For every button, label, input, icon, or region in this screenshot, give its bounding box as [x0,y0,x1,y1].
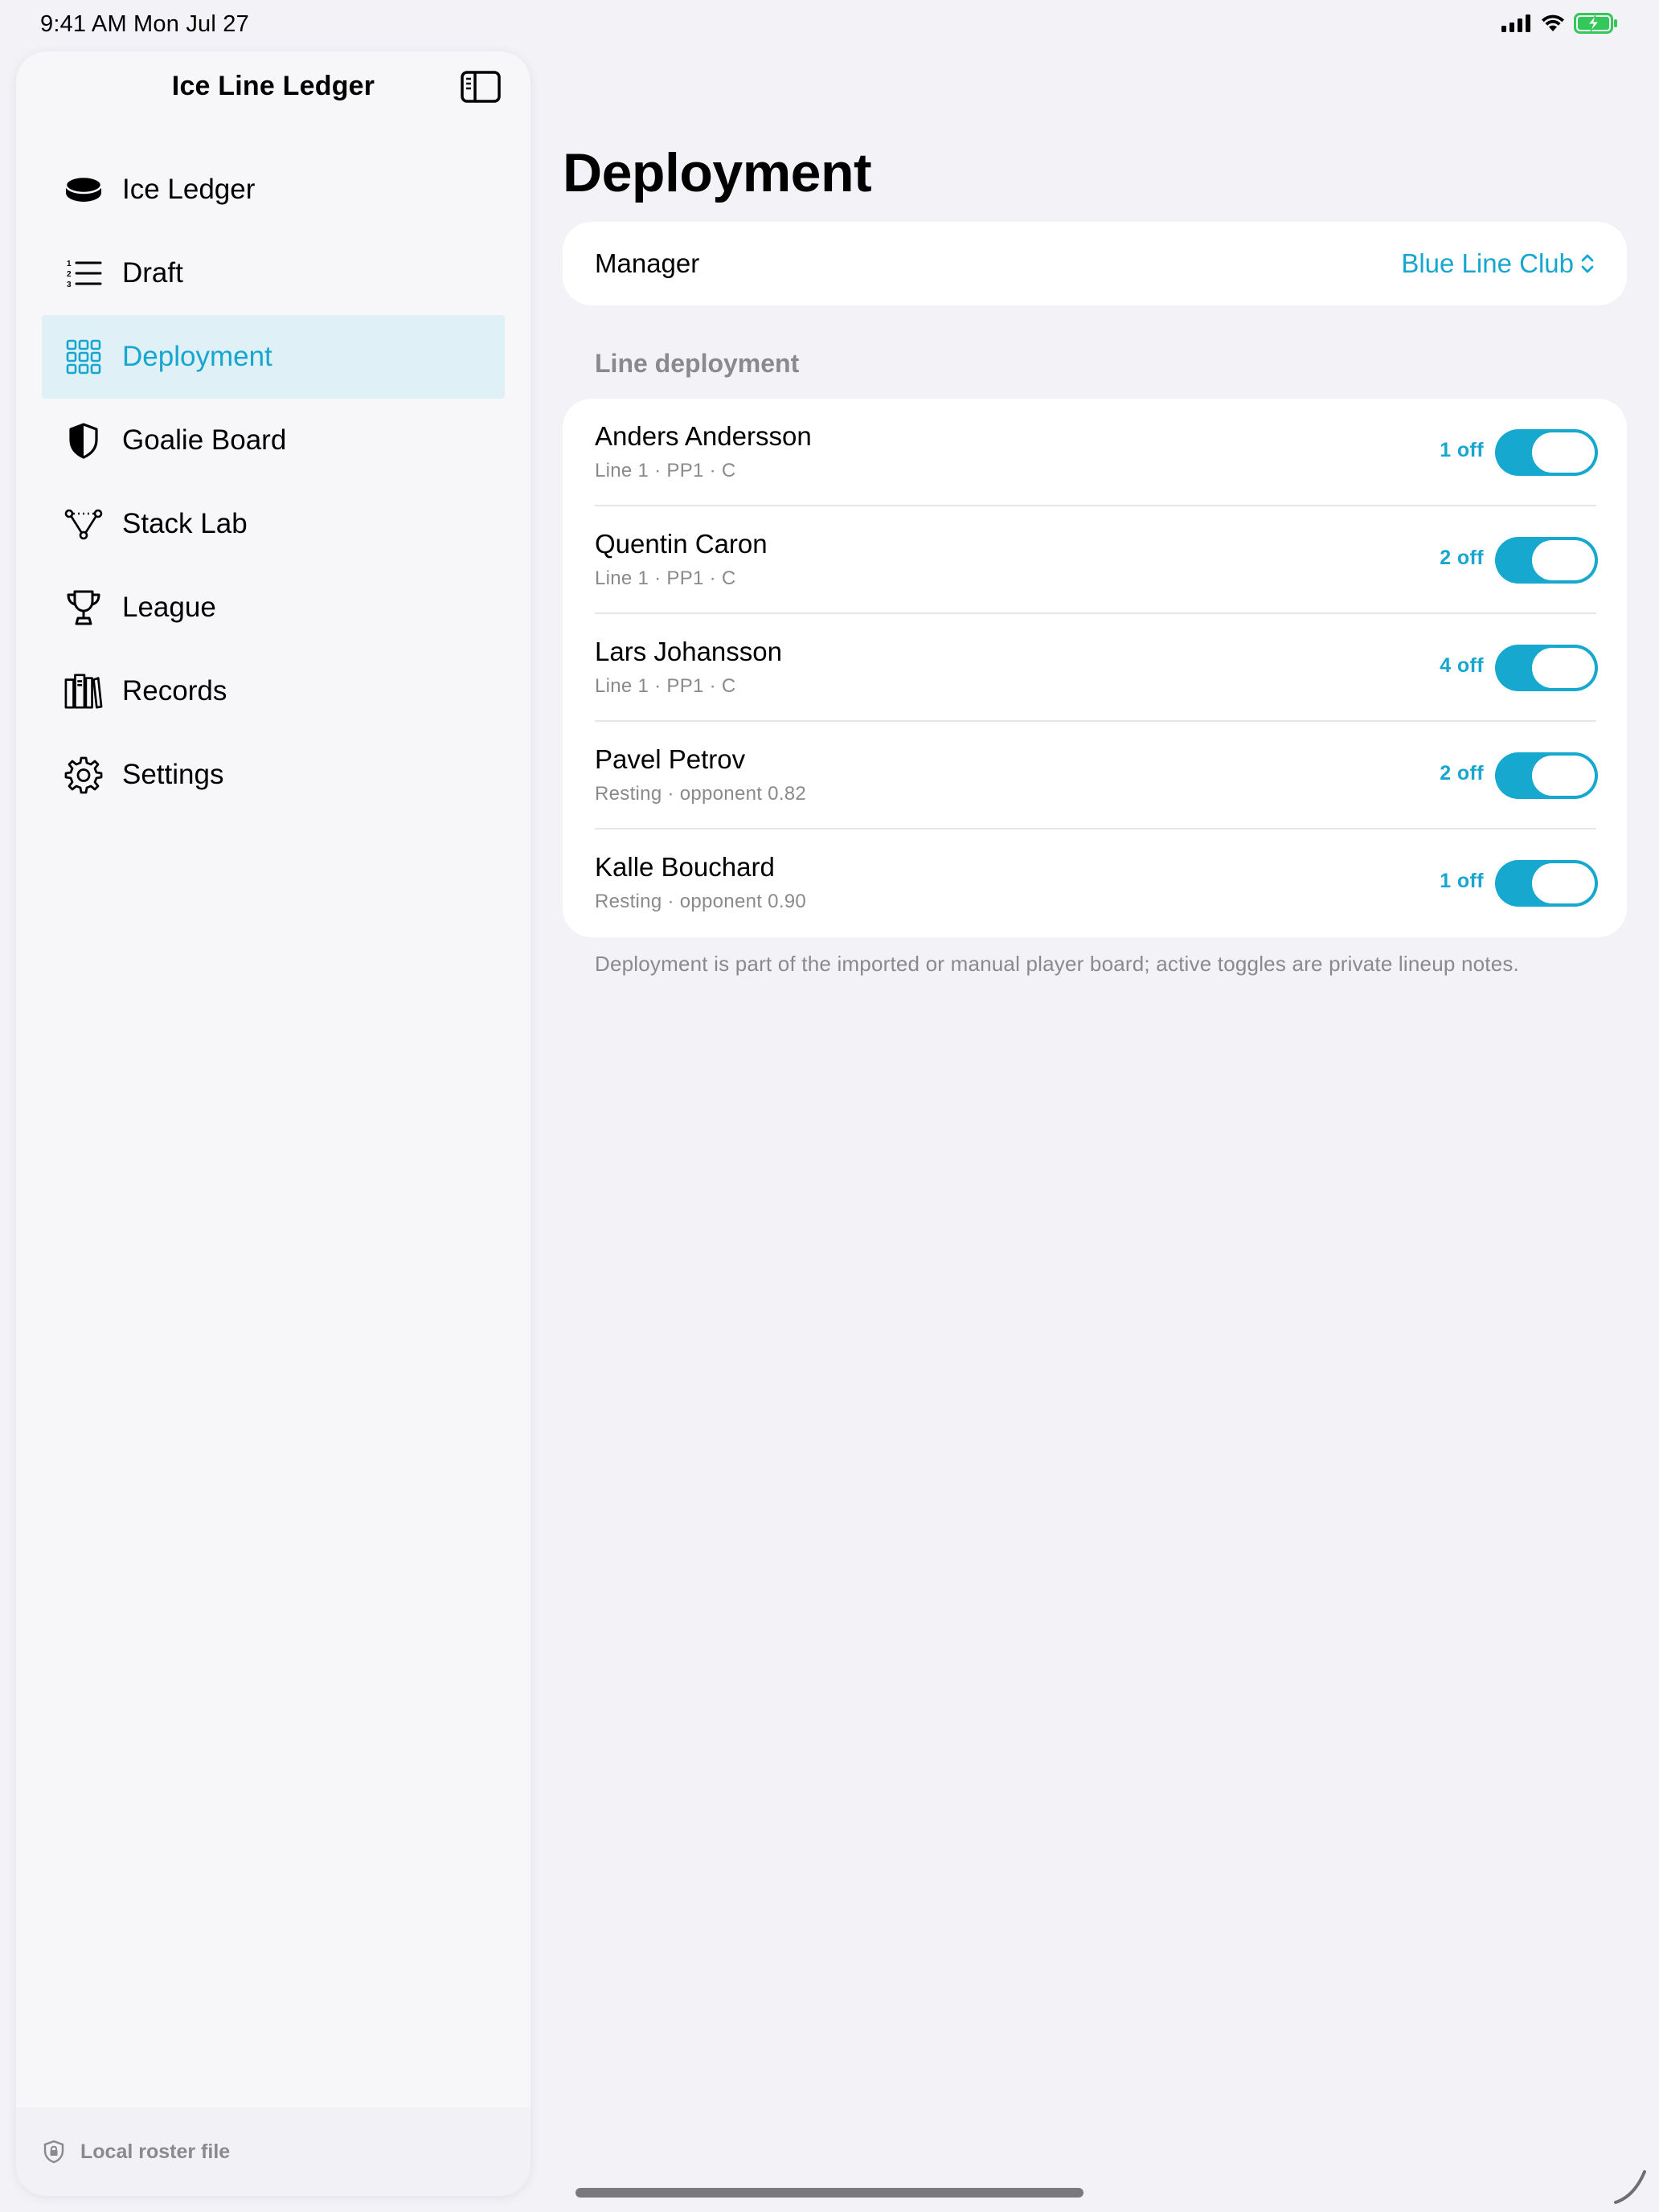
wifi-icon [1542,14,1564,31]
svg-text:1: 1 [67,260,72,268]
toggle-knob [1532,756,1595,796]
sidebar-footer: Local roster file [16,2108,530,2196]
list-item: Quentin Caron Line 1 · PP1 · C 2 off [563,506,1627,614]
status-time: 9:41 AM Mon Jul 27 [40,11,249,37]
player-name: Kalle Bouchard [595,852,775,882]
sidebar-item-label: Deployment [122,341,272,372]
home-indicator[interactable] [576,2188,1083,2198]
deployment-toggle[interactable] [1495,537,1598,584]
app-root: 9:41 AM Mon Jul 27 Ice Line Ledger Ice L… [0,0,1659,2212]
list-item: Pavel Petrov Resting · opponent 0.82 2 o… [563,722,1627,830]
manager-picker[interactable]: Blue Line Club [1401,222,1595,305]
player-detail: Resting · opponent 0.90 [595,891,807,912]
player-name: Anders Andersson [595,421,812,451]
deployment-toggle[interactable] [1495,645,1598,691]
hockey-puck-icon [64,170,103,209]
sidebar-toggle-icon[interactable] [460,69,502,104]
sidebar-item-deployment[interactable]: Deployment [42,315,505,399]
svg-text:2: 2 [67,270,72,279]
off-count: 2 off [1440,762,1484,784]
toggle-knob [1532,432,1595,473]
trophy-icon [64,588,103,627]
books-icon [64,672,103,711]
manager-value: Blue Line Club [1401,248,1574,278]
player-detail: Line 1 · PP1 · C [595,460,736,481]
off-count: 4 off [1440,654,1484,677]
sidebar-item-label: Goalie Board [122,424,287,456]
sidebar-item-league[interactable]: League [42,566,505,649]
sidebar-item-label: League [122,592,216,623]
chevron-up-down-icon [1581,254,1594,273]
sidebar-item-label: Records [122,675,227,707]
status-bar: 9:41 AM Mon Jul 27 [0,0,1659,51]
manager-label: Manager [595,248,700,278]
sidebar-item-label: Stack Lab [122,508,248,539]
svg-text:3: 3 [67,281,72,289]
pencil-stroke-icon [1614,2170,1646,2204]
sidebar-item-label: Settings [122,759,224,790]
sidebar-nav: Ice Ledger 1 2 3 Draft Deployment Goalie… [42,148,505,817]
page-title: Deployment [563,142,872,203]
list-item: Anders Andersson Line 1 · PP1 · C 1 off [563,399,1627,506]
gear-icon [64,756,103,794]
deployment-toggle[interactable] [1495,860,1598,907]
toggle-knob [1532,863,1595,903]
player-detail: Resting · opponent 0.82 [595,783,807,805]
off-count: 1 off [1440,439,1484,461]
player-name: Pavel Petrov [595,744,746,774]
section-header: Line deployment [595,349,800,378]
off-count: 2 off [1440,547,1484,569]
sidebar-item-stack-lab[interactable]: Stack Lab [42,482,505,566]
sidebar-item-ice-ledger[interactable]: Ice Ledger [42,148,505,231]
toggle-knob [1532,540,1595,580]
sidebar-item-settings[interactable]: Settings [42,733,505,817]
sidebar: Ice Line Ledger Ice Ledger 1 2 3 Draft D… [16,51,530,2196]
manager-card: Manager Blue Line Club [563,222,1627,305]
lock-shield-icon [43,2140,64,2164]
footer-label: Local roster file [80,2140,231,2163]
sidebar-item-records[interactable]: Records [42,649,505,733]
list-item: Kalle Bouchard Resting · opponent 0.90 1… [563,830,1627,937]
sidebar-title: Ice Line Ledger [171,71,375,101]
sidebar-item-label: Ice Ledger [122,174,256,205]
player-detail: Line 1 · PP1 · C [595,567,736,589]
sidebar-item-draft[interactable]: 1 2 3 Draft [42,231,505,315]
list-item: Lars Johansson Line 1 · PP1 · C 4 off [563,614,1627,722]
deployment-list: Anders Andersson Line 1 · PP1 · C 1 off … [563,399,1627,937]
deployment-toggle[interactable] [1495,429,1598,476]
player-detail: Line 1 · PP1 · C [595,675,736,697]
shield-icon [64,421,103,460]
grid-icon [64,338,103,376]
toggle-knob [1532,648,1595,688]
sidebar-item-goalie-board[interactable]: Goalie Board [42,399,505,482]
footnote: Deployment is part of the imported or ma… [595,952,1519,976]
battery-charging-icon [1574,13,1617,34]
player-name: Quentin Caron [595,529,768,559]
sidebar-item-label: Draft [122,257,183,289]
numbered-list-icon: 1 2 3 [64,254,103,293]
off-count: 1 off [1440,870,1484,892]
player-name: Lars Johansson [595,637,782,666]
cellular-signal-icon [1501,14,1530,32]
nodes-icon [64,505,103,543]
deployment-toggle[interactable] [1495,752,1598,799]
status-icons [1501,13,1619,34]
